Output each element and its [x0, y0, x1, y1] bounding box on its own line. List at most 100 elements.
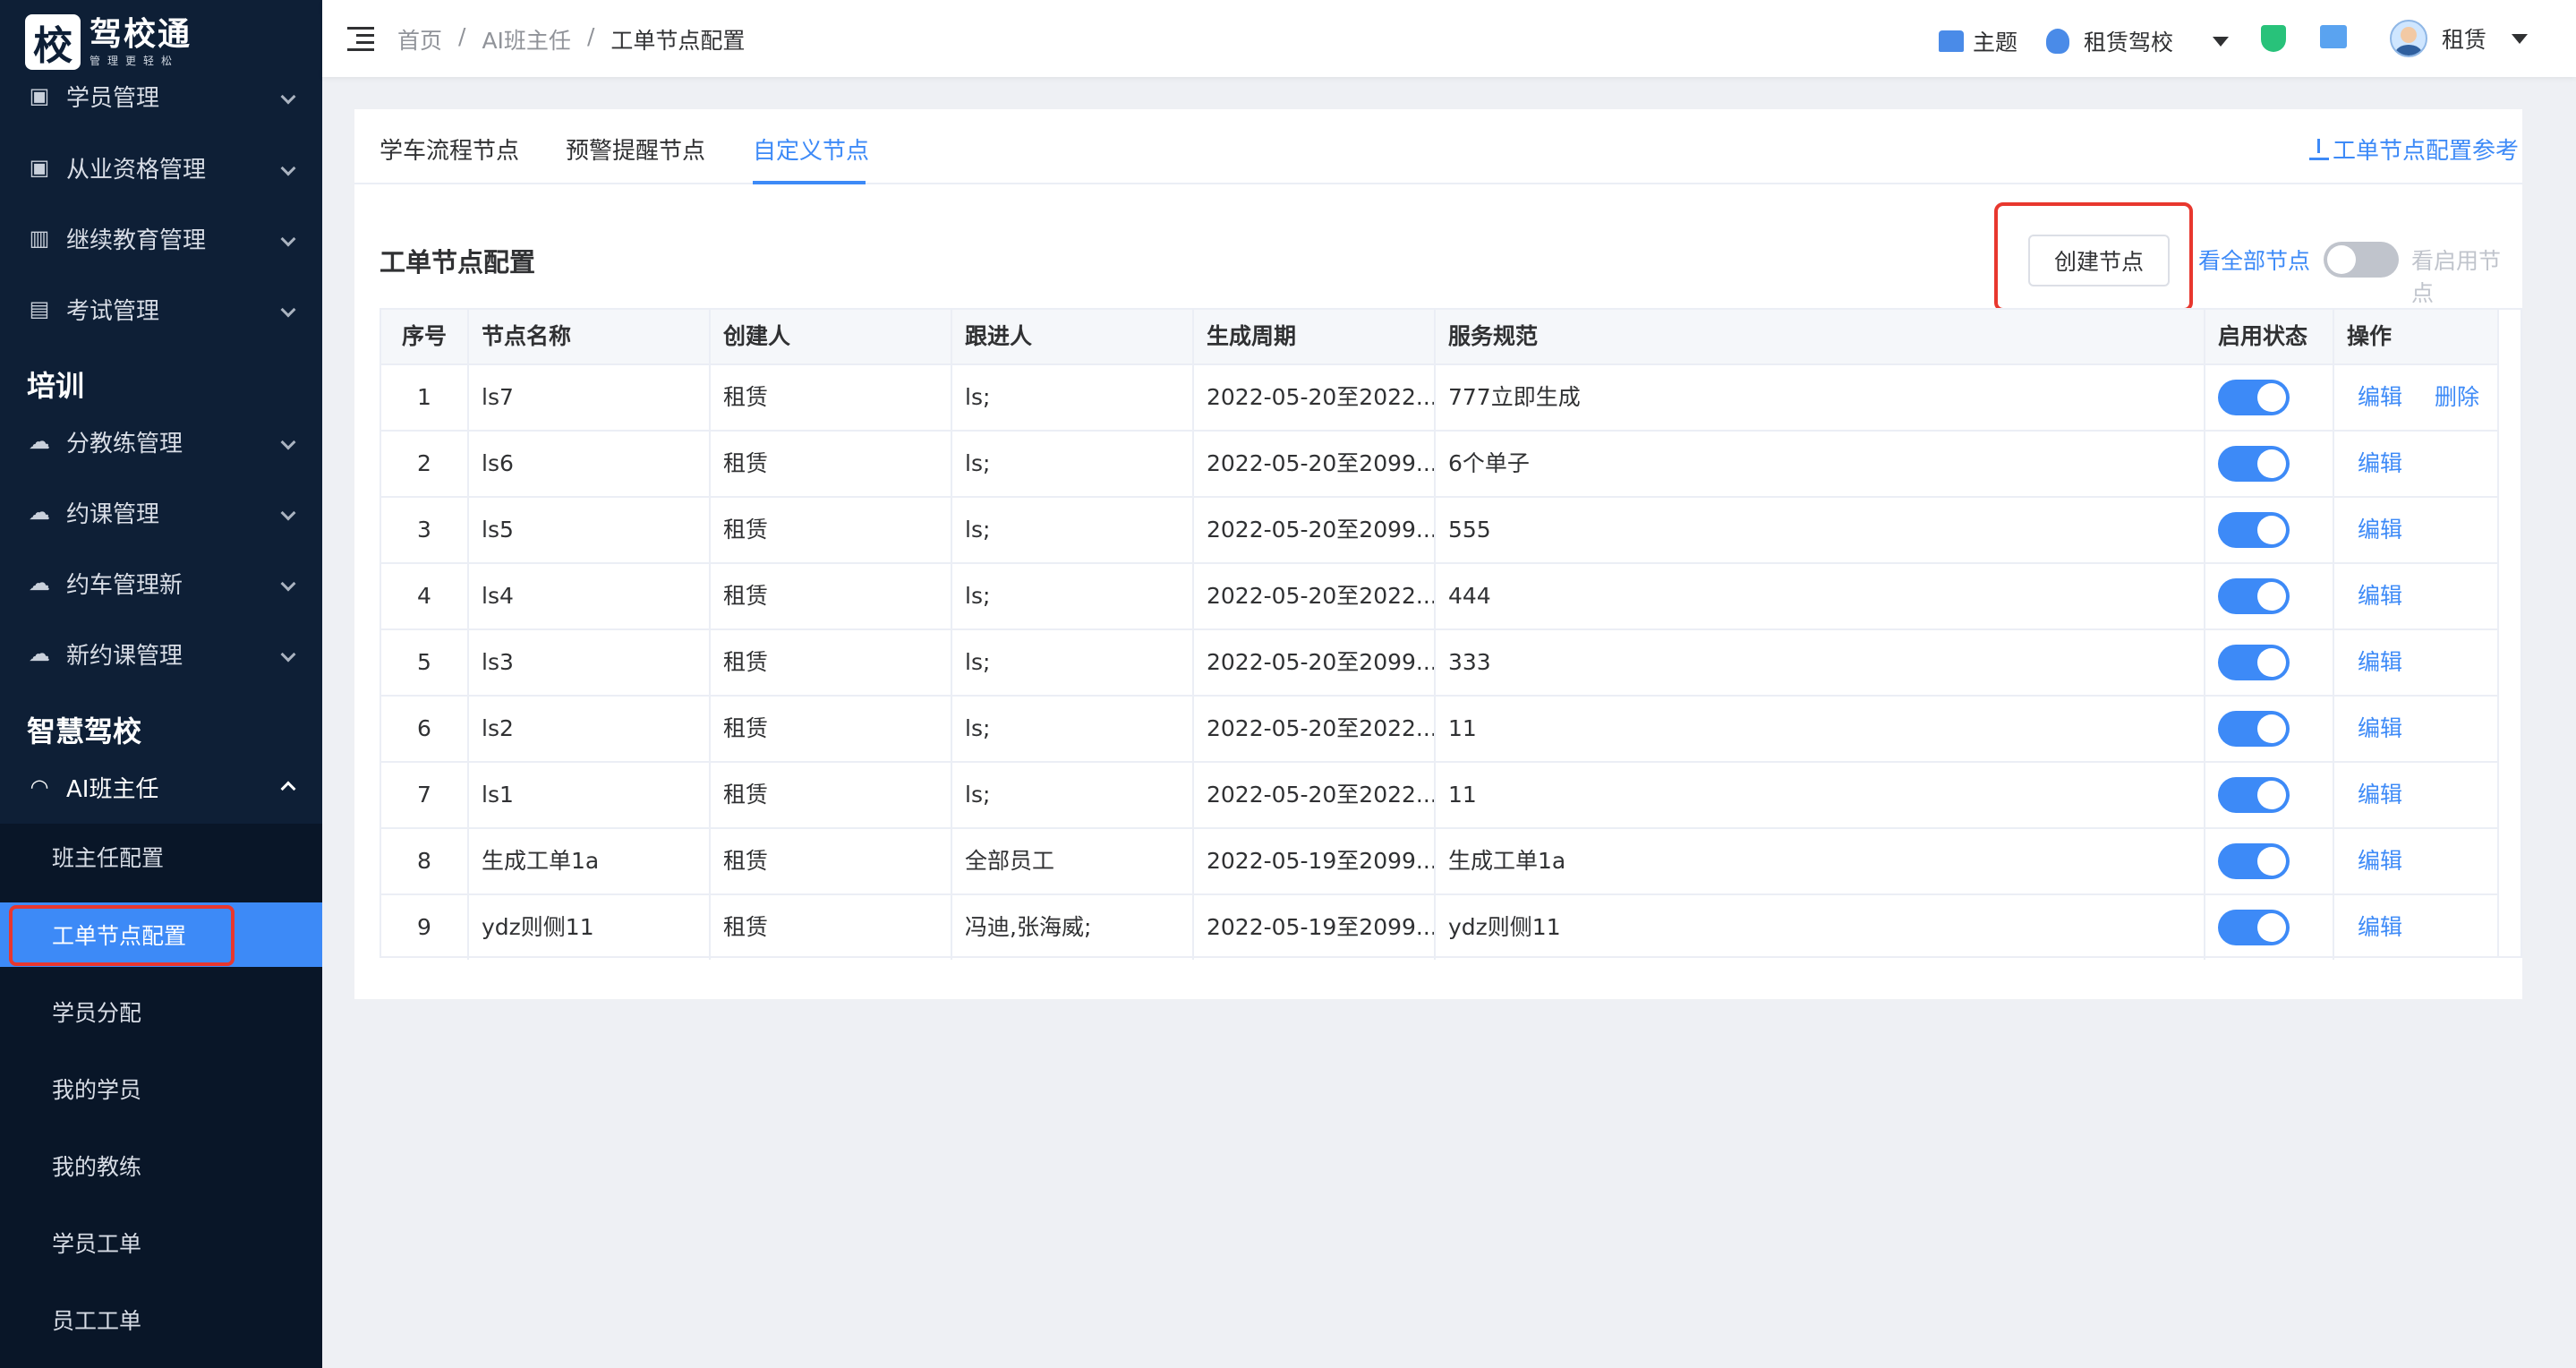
cell-actions: 编辑: [2334, 498, 2497, 562]
logo-tagline: 管理更轻松: [90, 54, 180, 67]
id-card-icon: ▣: [29, 83, 50, 108]
cell-period: 2022-05-20至2099...: [1194, 498, 1436, 562]
shield-icon: [2261, 25, 2286, 52]
edit-link[interactable]: 编辑: [2358, 895, 2402, 960]
col-header-spec: 服务规范: [1436, 310, 2205, 363]
cell-no: 8: [381, 829, 469, 893]
cloud-icon: ☁: [29, 641, 50, 666]
config-reference-link[interactable]: 工单节点配置参考: [2308, 133, 2519, 166]
enable-toggle[interactable]: [2218, 578, 2290, 614]
sidebar-item-ai-teacher[interactable]: ◠ AI班主任: [0, 752, 322, 822]
cell-no: 1: [381, 365, 469, 430]
cell-name: ls3: [469, 630, 711, 695]
table-header: 序号 节点名称 创建人 跟进人 生成周期 服务规范 启用状态 操作: [381, 310, 2521, 363]
view-enabled-label[interactable]: 看启用节点: [2411, 244, 2522, 308]
sidebar-subitem-staff-tickets[interactable]: 员工工单: [0, 1287, 322, 1352]
col-header-name: 节点名称: [469, 310, 711, 363]
rocket-icon: [2046, 29, 2069, 54]
enable-toggle[interactable]: [2218, 910, 2290, 945]
cell-actions: 编辑: [2334, 697, 2497, 761]
edit-link[interactable]: 编辑: [2358, 763, 2402, 827]
school-selector[interactable]: 租赁驾校: [2046, 25, 2230, 57]
delete-link[interactable]: 删除: [2435, 365, 2479, 430]
enable-toggle[interactable]: [2218, 777, 2290, 813]
cell-status: [2205, 365, 2334, 430]
cell-actions: 编辑: [2334, 895, 2497, 960]
edit-link[interactable]: 编辑: [2358, 365, 2402, 430]
main-card: 学车流程节点 预警提醒节点 自定义节点 工单节点配置参考 工单节点配置 创建节点…: [354, 109, 2522, 999]
sidebar-item-lesson-booking[interactable]: ☁ 约课管理: [0, 477, 322, 547]
sidebar-item-coach[interactable]: ☁ 分教练管理: [0, 406, 322, 476]
screen-button[interactable]: [2320, 25, 2347, 48]
view-all-label[interactable]: 看全部节点: [2198, 244, 2310, 276]
sidebar-item-exam[interactable]: ▤ 考试管理: [0, 274, 322, 344]
caret-down-icon: [2213, 36, 2230, 47]
tab-learning-flow[interactable]: 学车流程节点: [380, 133, 519, 166]
edit-link[interactable]: 编辑: [2358, 697, 2402, 761]
enable-toggle[interactable]: [2218, 645, 2290, 680]
enable-toggle[interactable]: [2218, 843, 2290, 879]
cell-follower: ls;: [952, 432, 1194, 496]
user-menu[interactable]: 租赁: [2390, 20, 2529, 57]
school-label: 租赁驾校: [2084, 30, 2174, 56]
table-row: 2 ls6 租赁 ls; 2022-05-20至2099... 6个单子 编辑: [381, 430, 2521, 496]
table-scrollbar[interactable]: [2497, 310, 2521, 956]
cell-period: 2022-05-20至2022...: [1194, 365, 1436, 430]
user-name: 租赁: [2442, 27, 2487, 53]
edit-link[interactable]: 编辑: [2358, 498, 2402, 562]
cell-no: 2: [381, 432, 469, 496]
sidebar-subitem-student-tickets[interactable]: 学员工单: [0, 1210, 322, 1275]
cell-period: 2022-05-20至2099...: [1194, 432, 1436, 496]
enable-toggle[interactable]: [2218, 380, 2290, 415]
cell-spec: 333: [1436, 630, 2205, 695]
sidebar-subitem-my-coaches[interactable]: 我的教练: [0, 1133, 322, 1198]
cell-spec: 11: [1436, 763, 2205, 827]
security-button[interactable]: [2261, 25, 2286, 52]
enable-toggle[interactable]: [2218, 512, 2290, 548]
sidebar-subitem-student-assign[interactable]: 学员分配: [0, 979, 322, 1044]
sidebar-item-new-lesson-booking[interactable]: ☁ 新约课管理: [0, 619, 322, 688]
enable-toggle[interactable]: [2218, 446, 2290, 482]
node-table: 序号 节点名称 创建人 跟进人 生成周期 服务规范 启用状态 操作 1 ls7 租赁…: [380, 308, 2522, 960]
sidebar-item-qualification[interactable]: ▣ 从业资格管理: [0, 133, 322, 202]
avatar: [2390, 20, 2427, 57]
sidebar-subitem-teacher-config[interactable]: 班主任配置: [0, 825, 322, 889]
edit-link[interactable]: 编辑: [2358, 564, 2402, 628]
config-reference-label: 工单节点配置参考: [2332, 138, 2519, 165]
edit-link[interactable]: 编辑: [2358, 630, 2402, 695]
cell-name: ls2: [469, 697, 711, 761]
cell-follower: 冯迪,张海威;: [952, 895, 1194, 960]
cell-actions: 编辑 删除: [2334, 365, 2497, 430]
cell-creator: 租赁: [711, 630, 952, 695]
breadcrumb-home[interactable]: 首页: [397, 23, 442, 56]
edit-link[interactable]: 编辑: [2358, 432, 2402, 496]
theme-button[interactable]: 主题: [1939, 25, 2017, 57]
tab-custom[interactable]: 自定义节点: [753, 133, 869, 166]
tab-warning[interactable]: 预警提醒节点: [566, 133, 705, 166]
table-row: 7 ls1 租赁 ls; 2022-05-20至2022... 11 编辑: [381, 761, 2521, 827]
tab-active-indicator: [753, 181, 866, 184]
cell-follower: ls;: [952, 763, 1194, 827]
logo-mark: 校: [25, 14, 81, 70]
cloud-icon: ☁: [29, 429, 50, 454]
download-icon: [2308, 138, 2329, 160]
cell-name: ls4: [469, 564, 711, 628]
sidebar-item-continuing-education[interactable]: ▥ 继续教育管理: [0, 203, 322, 273]
view-mode-switch[interactable]: [2324, 242, 2399, 278]
cell-status: [2205, 697, 2334, 761]
sidebar-item-car-booking[interactable]: ☁ 约车管理新: [0, 548, 322, 618]
menu-toggle-icon[interactable]: [347, 27, 374, 51]
cell-actions: 编辑: [2334, 829, 2497, 893]
cell-no: 6: [381, 697, 469, 761]
chevron-down-icon: [280, 572, 296, 594]
cell-creator: 租赁: [711, 829, 952, 893]
create-node-button[interactable]: 创建节点: [2028, 235, 2170, 286]
sidebar-item-student-management[interactable]: ▣ 学员管理: [0, 61, 322, 131]
cell-actions: 编辑: [2334, 432, 2497, 496]
enable-toggle[interactable]: [2218, 711, 2290, 747]
table-row: 9 ydz则侧11 租赁 冯迪,张海威; 2022-05-19至2099... ydz则侧…: [381, 893, 2521, 960]
sidebar-item-label: 约车管理新: [66, 571, 183, 599]
breadcrumb-ai-teacher[interactable]: AI班主任: [482, 23, 570, 56]
sidebar-subitem-my-students[interactable]: 我的学员: [0, 1056, 322, 1121]
edit-link[interactable]: 编辑: [2358, 829, 2402, 893]
